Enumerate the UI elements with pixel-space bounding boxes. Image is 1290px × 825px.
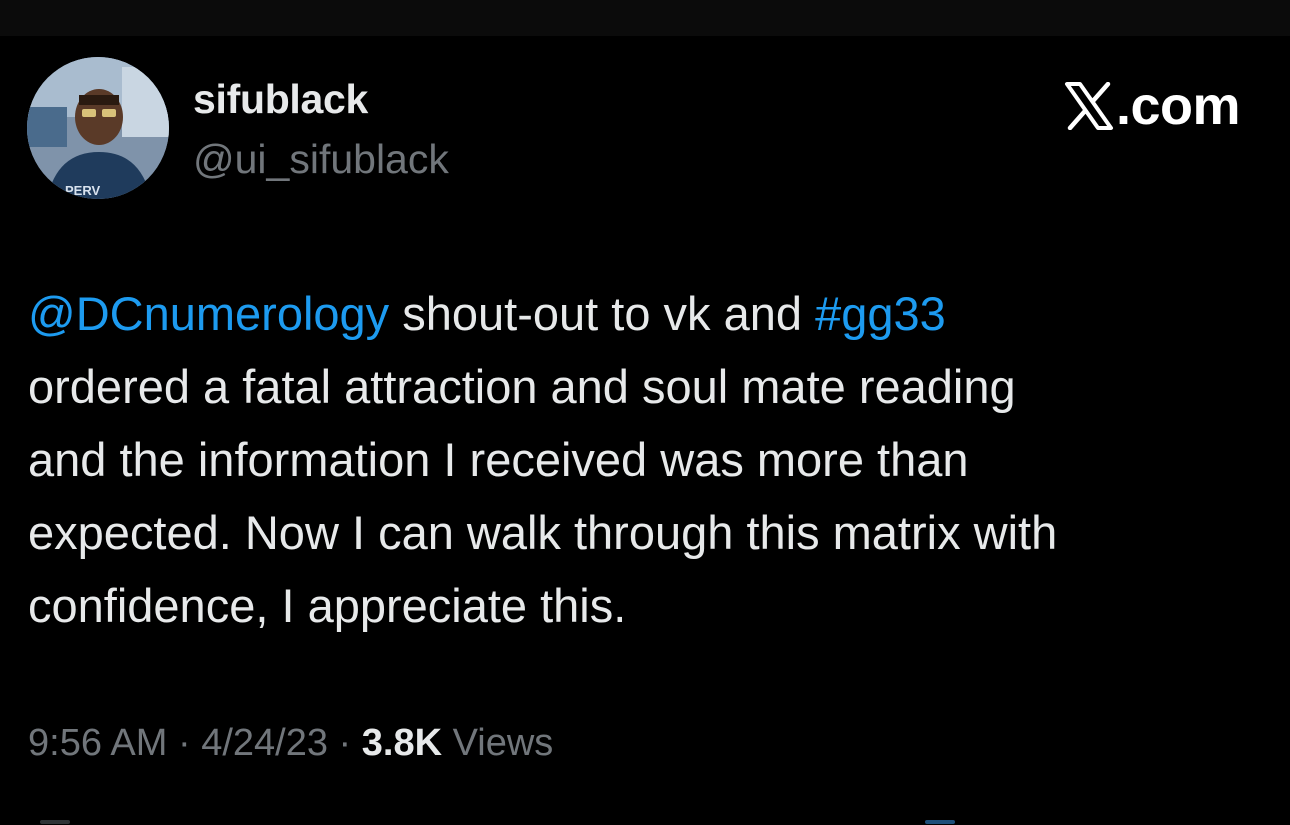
cut-off-element bbox=[40, 820, 70, 824]
views-count[interactable]: 3.8K bbox=[362, 722, 442, 764]
hashtag-link[interactable]: #gg33 bbox=[815, 287, 946, 340]
views-label[interactable]: Views bbox=[442, 722, 554, 764]
cut-off-element bbox=[925, 820, 955, 824]
x-logo-icon bbox=[1064, 82, 1114, 130]
tweet-meta: 9:56 AM · 4/24/23 · 3.8K Views bbox=[28, 722, 553, 765]
tweet-line-1: @DCnumerology shout-out to vk and #gg33 bbox=[28, 277, 1263, 350]
author-handle[interactable]: @ui_sifublack bbox=[193, 136, 449, 183]
tweet-line-3: and the information I received was more … bbox=[28, 433, 969, 486]
mention-link[interactable]: @DCnumerology bbox=[28, 287, 389, 340]
tweet-line-4: expected. Now I can walk through this ma… bbox=[28, 506, 1058, 559]
brand-watermark: .com bbox=[1064, 76, 1241, 136]
tweet-line-2: ordered a fatal attraction and soul mate… bbox=[28, 360, 1016, 413]
meta-separator: · bbox=[328, 722, 362, 764]
tweet-line-5: confidence, I appreciate this. bbox=[28, 579, 627, 632]
tweet-line-1-text: shout-out to vk and bbox=[389, 287, 816, 340]
profile-photo: PERV bbox=[27, 57, 169, 199]
meta-separator: · bbox=[167, 722, 202, 764]
tweet-text: @DCnumerology shout-out to vk and #gg33 … bbox=[28, 277, 1263, 642]
bottom-edge bbox=[0, 818, 1290, 825]
tweet-time[interactable]: 9:56 AM bbox=[28, 722, 167, 764]
tweet-date[interactable]: 4/24/23 bbox=[201, 722, 328, 764]
top-status-strip bbox=[0, 0, 1290, 36]
author-display-name[interactable]: sifublack bbox=[193, 76, 368, 123]
brand-text: .com bbox=[1115, 76, 1241, 136]
avatar[interactable]: PERV bbox=[27, 57, 169, 199]
